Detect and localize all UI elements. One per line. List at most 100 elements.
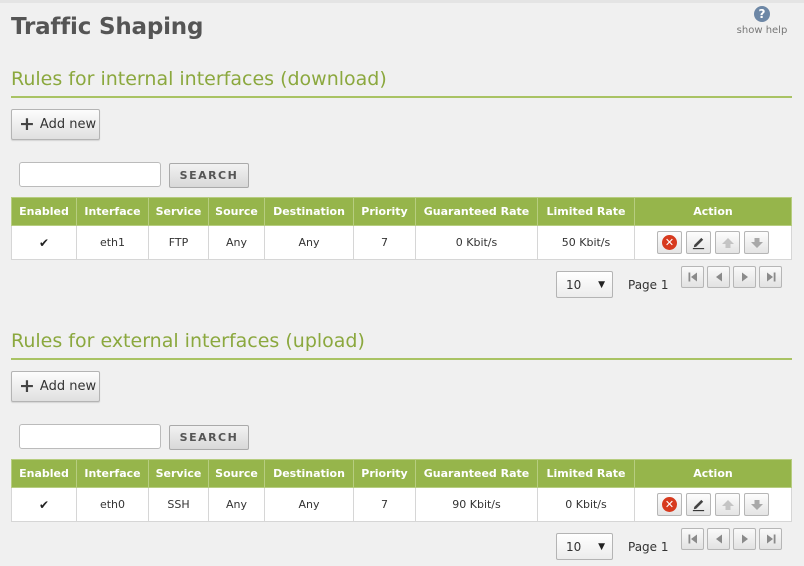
column-header-limited-rate[interactable]: Limited Rate	[537, 459, 635, 488]
column-header-source[interactable]: Source	[208, 459, 265, 488]
next-page-icon	[741, 272, 748, 282]
enabled-checkmark[interactable]: ✔	[39, 498, 49, 512]
download-add-new-button[interactable]: + Add new	[11, 109, 100, 140]
last-page-icon	[766, 272, 775, 282]
upload-page-size-select[interactable]: 10 ▼	[556, 533, 613, 560]
chevron-down-icon: ▼	[598, 279, 605, 290]
enabled-checkmark[interactable]: ✔	[39, 236, 49, 250]
interface-cell: eth1	[76, 225, 149, 260]
show-help-link[interactable]: ? show help	[734, 6, 790, 36]
top-border	[0, 0, 804, 3]
arrow-up-icon	[721, 499, 734, 510]
upload-rules-table: Enabled Interface Service Source Destina…	[11, 459, 792, 522]
column-header-service[interactable]: Service	[148, 197, 209, 226]
first-page-icon	[688, 272, 697, 282]
previous-page-button[interactable]	[707, 266, 730, 288]
download-add-new-label: Add new	[39, 117, 97, 132]
move-up-button[interactable]	[715, 493, 740, 516]
last-page-button[interactable]	[759, 266, 782, 288]
download-header-row: Enabled Interface Service Source Destina…	[11, 197, 792, 226]
plus-icon: +	[19, 375, 35, 397]
column-header-source[interactable]: Source	[208, 197, 265, 226]
upload-page-label: Page 1	[628, 540, 669, 554]
previous-page-icon	[715, 272, 722, 282]
next-page-button[interactable]	[733, 266, 756, 288]
download-section-divider	[11, 96, 792, 98]
delete-icon: ✕	[662, 497, 677, 512]
move-down-button[interactable]	[744, 493, 769, 516]
column-header-guaranteed-rate[interactable]: Guaranteed Rate	[415, 197, 538, 226]
source-cell: Any	[208, 225, 265, 260]
previous-page-button[interactable]	[707, 528, 730, 550]
guaranteed-rate-cell: 90 Kbit/s	[415, 487, 538, 522]
download-search-button[interactable]: SEARCH	[169, 163, 249, 188]
upload-add-new-button[interactable]: + Add new	[11, 371, 100, 402]
column-header-guaranteed-rate[interactable]: Guaranteed Rate	[415, 459, 538, 488]
page-size-value: 10	[566, 277, 582, 292]
delete-rule-button[interactable]: ✕	[657, 493, 682, 516]
move-up-button[interactable]	[715, 231, 740, 254]
delete-icon: ✕	[662, 235, 677, 250]
arrow-down-icon	[750, 499, 763, 510]
limited-rate-cell: 50 Kbit/s	[537, 225, 635, 260]
first-page-button[interactable]	[681, 528, 704, 550]
upload-section-divider	[11, 358, 792, 360]
table-row: ✔ eth1 FTP Any Any 7 0 Kbit/s 50 Kbit/s …	[11, 225, 792, 260]
chevron-down-icon: ▼	[598, 541, 605, 552]
pencil-icon	[692, 237, 705, 250]
action-cell: ✕	[634, 225, 792, 260]
upload-pagination	[681, 528, 782, 550]
delete-rule-button[interactable]: ✕	[657, 231, 682, 254]
arrow-down-icon	[750, 237, 763, 248]
edit-rule-button[interactable]	[686, 231, 711, 254]
upload-section-title: Rules for external interfaces (upload)	[11, 330, 365, 352]
move-down-button[interactable]	[744, 231, 769, 254]
download-section-title: Rules for internal interfaces (download)	[11, 68, 387, 90]
arrow-up-icon	[721, 237, 734, 248]
action-cell: ✕	[634, 487, 792, 522]
column-header-priority[interactable]: Priority	[353, 459, 416, 488]
column-header-service[interactable]: Service	[148, 459, 209, 488]
first-page-button[interactable]	[681, 266, 704, 288]
help-icon[interactable]: ?	[754, 6, 770, 22]
column-header-limited-rate[interactable]: Limited Rate	[537, 197, 635, 226]
column-header-interface[interactable]: Interface	[76, 459, 149, 488]
guaranteed-rate-cell: 0 Kbit/s	[415, 225, 538, 260]
destination-cell: Any	[264, 487, 354, 522]
page-size-value: 10	[566, 539, 582, 554]
show-help-label[interactable]: show help	[734, 25, 790, 36]
source-cell: Any	[208, 487, 265, 522]
previous-page-icon	[715, 534, 722, 544]
download-search-input[interactable]	[19, 162, 161, 187]
next-page-icon	[741, 534, 748, 544]
pencil-icon	[692, 499, 705, 512]
edit-rule-button[interactable]	[686, 493, 711, 516]
upload-search-button[interactable]: SEARCH	[169, 425, 249, 450]
download-page-size-select[interactable]: 10 ▼	[556, 271, 613, 298]
service-cell: SSH	[148, 487, 209, 522]
first-page-icon	[688, 534, 697, 544]
last-page-button[interactable]	[759, 528, 782, 550]
last-page-icon	[766, 534, 775, 544]
column-header-action: Action	[634, 197, 792, 226]
column-header-interface[interactable]: Interface	[76, 197, 149, 226]
table-row: ✔ eth0 SSH Any Any 7 90 Kbit/s 0 Kbit/s …	[11, 487, 792, 522]
download-page-label: Page 1	[628, 278, 669, 292]
download-rules-table: Enabled Interface Service Source Destina…	[11, 197, 792, 260]
upload-search-input[interactable]	[19, 424, 161, 449]
limited-rate-cell: 0 Kbit/s	[537, 487, 635, 522]
column-header-priority[interactable]: Priority	[353, 197, 416, 226]
page-title: Traffic Shaping	[11, 14, 204, 40]
download-pagination	[681, 266, 782, 288]
plus-icon: +	[19, 113, 35, 135]
column-header-destination[interactable]: Destination	[264, 459, 354, 488]
destination-cell: Any	[264, 225, 354, 260]
column-header-action: Action	[634, 459, 792, 488]
priority-cell: 7	[353, 487, 416, 522]
column-header-enabled[interactable]: Enabled	[11, 459, 77, 488]
column-header-destination[interactable]: Destination	[264, 197, 354, 226]
column-header-enabled[interactable]: Enabled	[11, 197, 77, 226]
next-page-button[interactable]	[733, 528, 756, 550]
priority-cell: 7	[353, 225, 416, 260]
interface-cell: eth0	[76, 487, 149, 522]
